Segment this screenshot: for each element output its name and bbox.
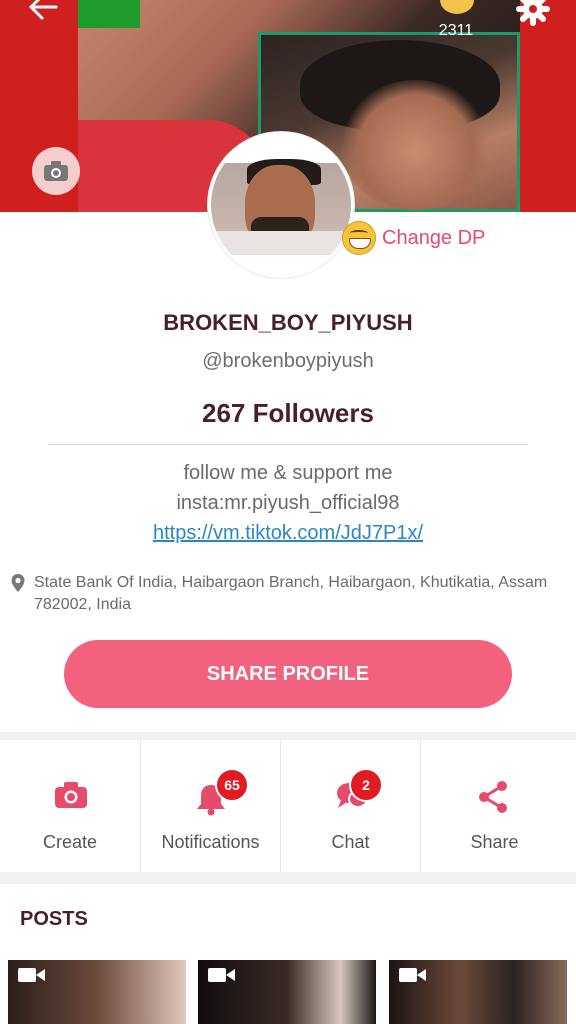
post-thumbnail[interactable]	[389, 960, 567, 1024]
post-thumbnail[interactable]	[8, 960, 186, 1024]
notifications-button[interactable]: 65 Notifications	[140, 740, 280, 872]
followers-count[interactable]: 267 Followers	[0, 398, 576, 429]
location-pin-icon	[11, 574, 25, 592]
back-arrow-icon[interactable]	[28, 0, 68, 24]
bio-line-1: follow me & support me	[183, 462, 393, 484]
chat-button[interactable]: 2 Chat	[280, 740, 420, 872]
share-profile-button[interactable]: SHARE PROFILE	[64, 640, 512, 708]
video-icon	[399, 968, 426, 982]
divider	[48, 444, 528, 445]
action-bar: Create 65 Notifications 2 Chat Share	[0, 740, 576, 872]
bio-link[interactable]: https://vm.tiktok.com/JdJ7P1x/	[0, 522, 576, 545]
change-dp-button[interactable]: Change DP	[342, 220, 485, 256]
create-button[interactable]: Create	[0, 740, 140, 872]
post-thumbnail[interactable]	[198, 960, 376, 1024]
grinning-emoji-icon	[342, 221, 376, 255]
notifications-badge: 65	[215, 768, 249, 802]
video-icon	[18, 968, 45, 982]
posts-section: POSTS	[0, 884, 576, 1024]
avatar[interactable]	[208, 132, 354, 278]
share-button[interactable]: Share	[420, 740, 568, 872]
bio-line-2: insta:mr.piyush_official98	[176, 492, 400, 514]
video-icon	[208, 968, 235, 982]
profile-handle: @brokenboypiyush	[202, 350, 374, 372]
camera-icon	[44, 161, 68, 181]
location: State Bank Of India, Haibargaon Branch, …	[10, 572, 550, 616]
notifications-label: Notifications	[161, 832, 260, 852]
gear-icon[interactable]	[516, 0, 550, 26]
camera-icon	[55, 782, 87, 808]
profile-username: BROKEN_BOY_PIYUSH	[163, 310, 413, 335]
change-cover-button[interactable]	[32, 147, 80, 195]
coin-count[interactable]: 2311	[430, 22, 482, 40]
create-label: Create	[42, 832, 98, 852]
share-icon	[479, 781, 507, 813]
location-text: State Bank Of India, Haibargaon Branch, …	[34, 574, 548, 613]
change-dp-label: Change DP	[382, 226, 486, 249]
posts-title: POSTS	[20, 908, 88, 930]
chat-label: Chat	[331, 832, 370, 852]
share-label: Share	[470, 832, 519, 852]
chat-badge: 2	[349, 768, 383, 802]
